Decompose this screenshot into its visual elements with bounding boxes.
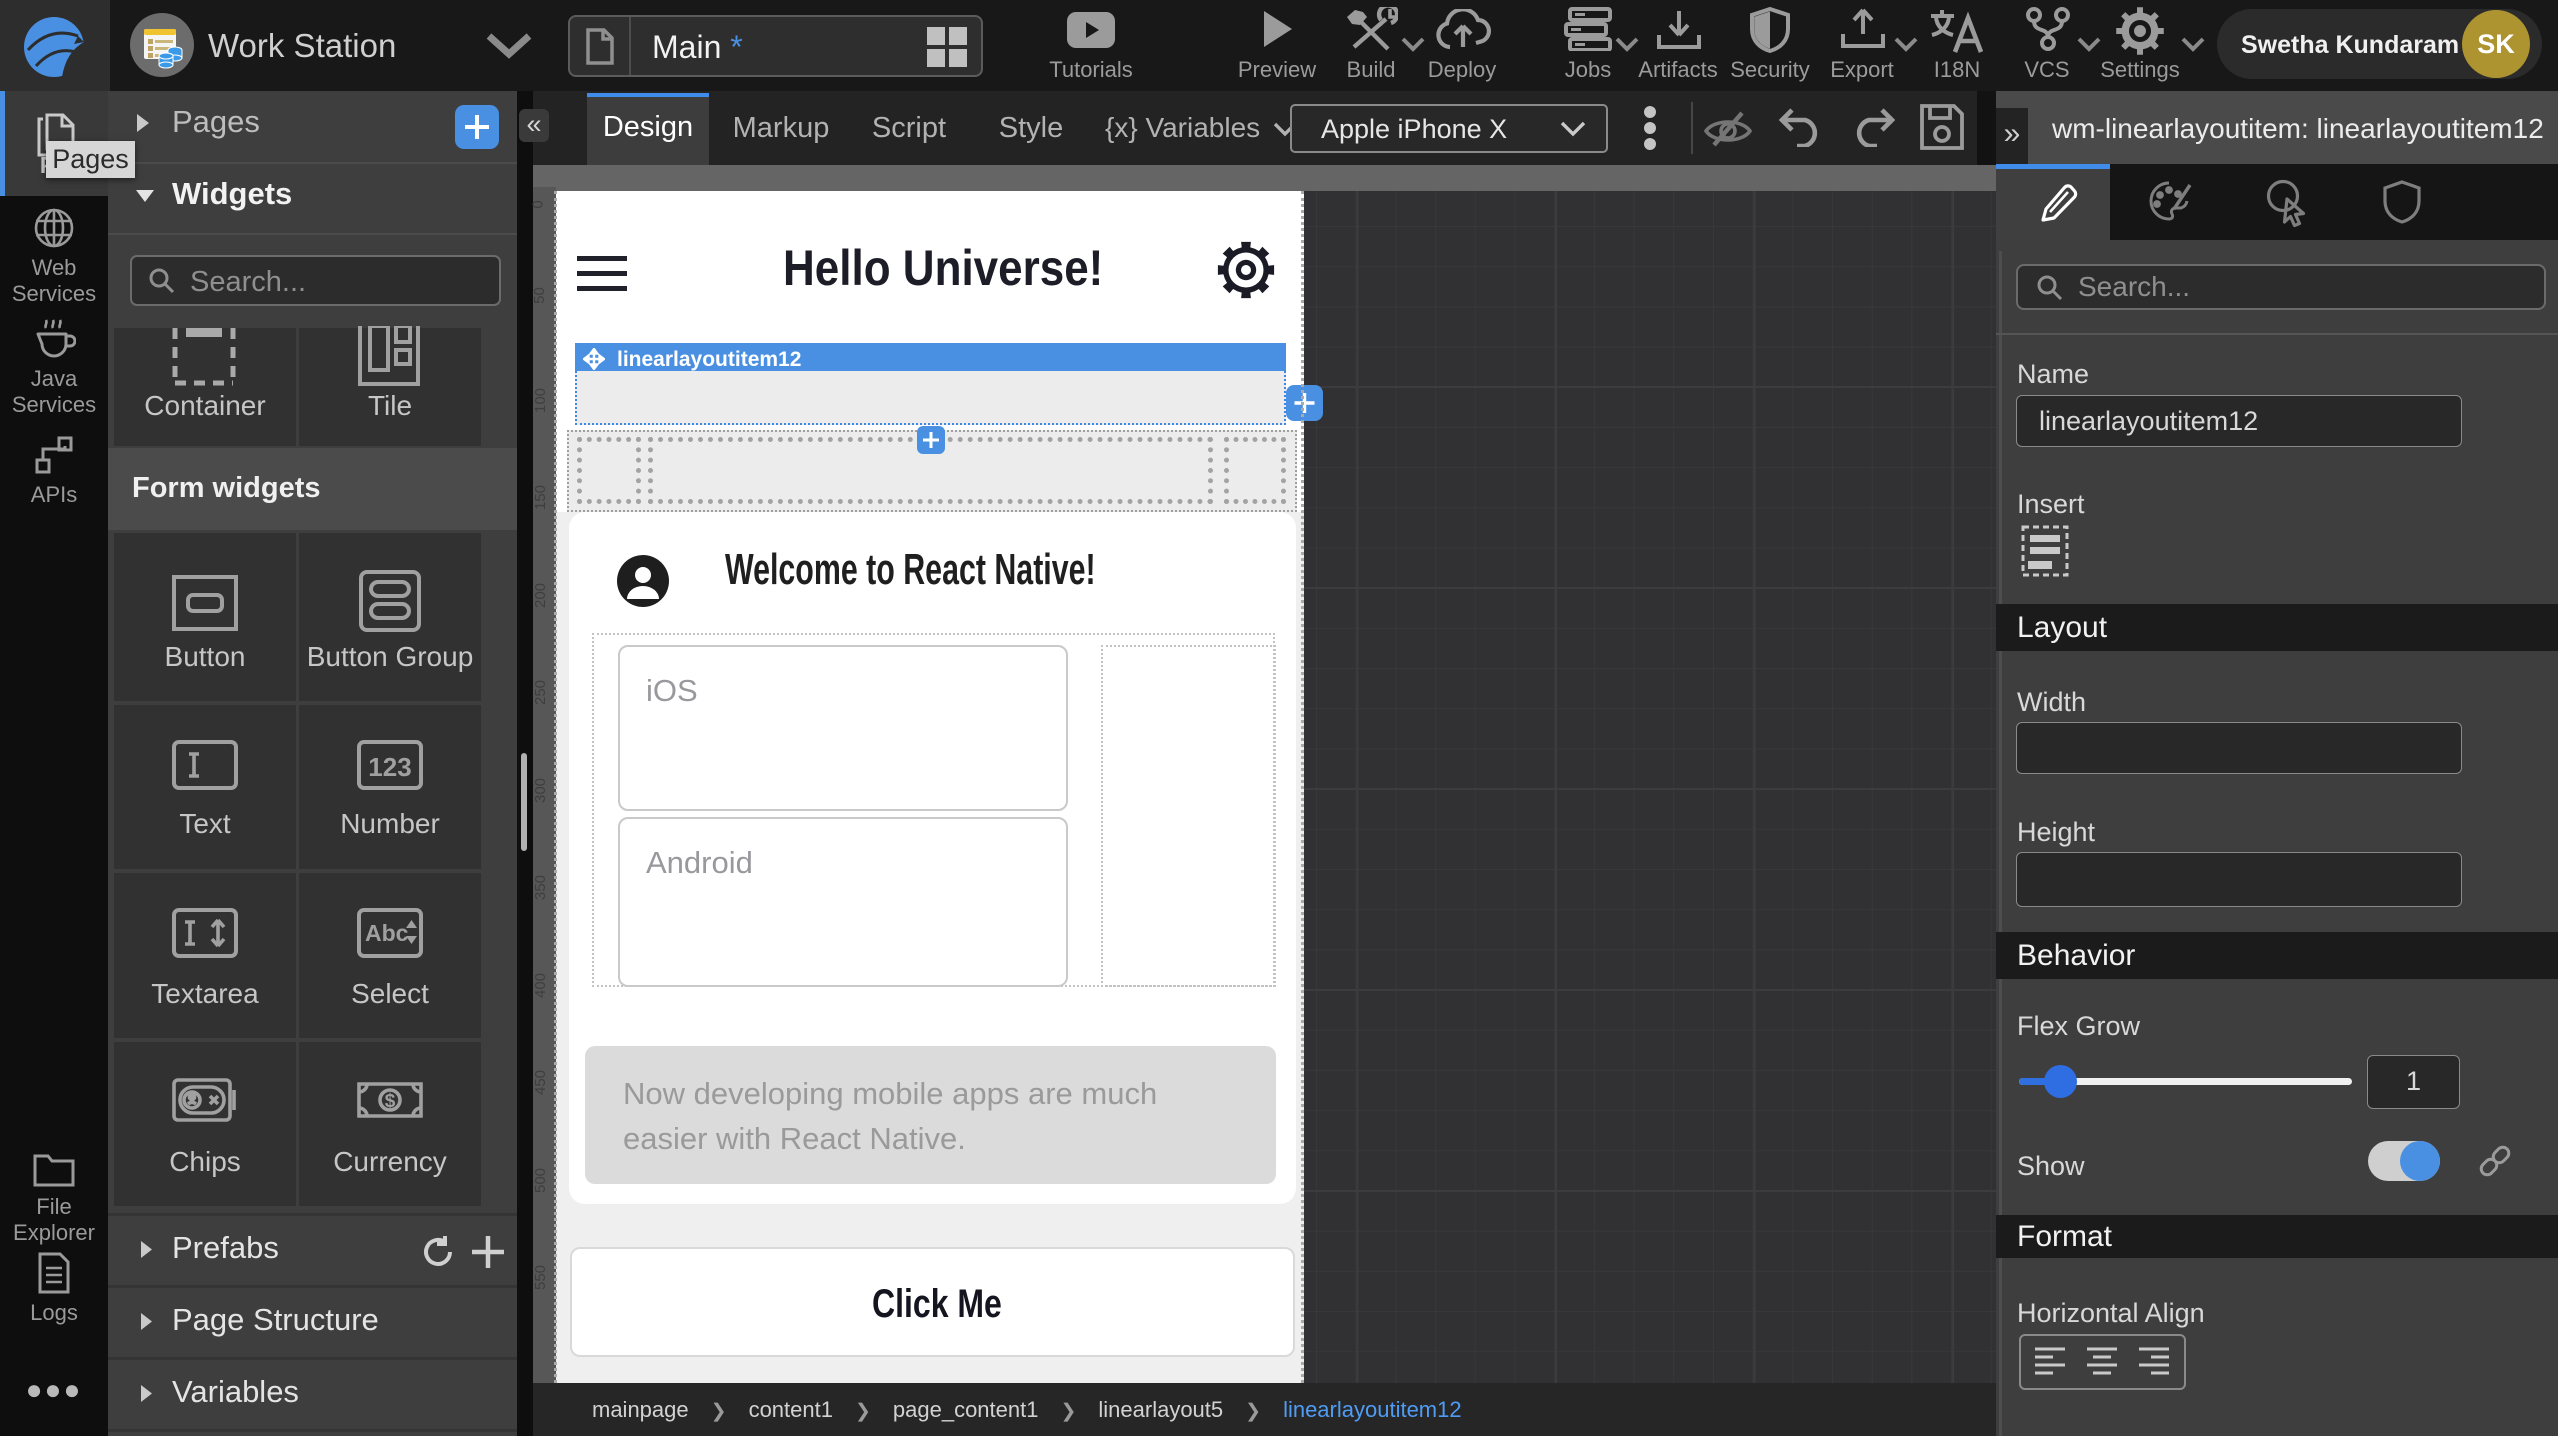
svg-text:Abc: Abc <box>365 920 409 946</box>
svg-text:123: 123 <box>368 752 411 782</box>
svg-text:$: $ <box>385 1091 396 1112</box>
